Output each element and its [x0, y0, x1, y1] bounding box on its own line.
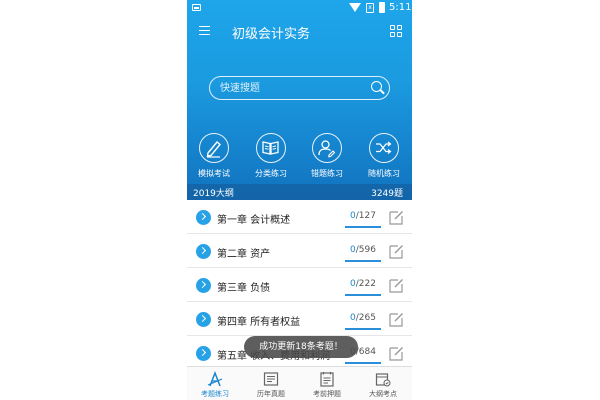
progress-count: 0/265 [345, 313, 381, 323]
syllabus-bar: 2019大纲 3249题 [187, 184, 412, 200]
list-item[interactable]: 第四章 所有者权益 0/265 [187, 302, 412, 336]
edit-icon[interactable] [388, 209, 404, 225]
sim-icon: x [366, 3, 374, 13]
user-edit-icon [318, 140, 336, 158]
chevron-right-icon [196, 346, 211, 361]
total-count: /265 [355, 313, 376, 323]
chevron-right-icon [196, 210, 211, 225]
module-label: 随机练习 [368, 169, 400, 178]
module-icon-circle [256, 133, 286, 163]
edit-icon[interactable] [388, 345, 404, 361]
bottom-tab-bar: 考题练习 历年真题 考前押题 大纲考点 [187, 366, 412, 400]
list-item[interactable]: 第一章 会计概述 0/127 [187, 200, 412, 234]
chapter-title: 第二章 资产 [217, 249, 271, 260]
syllabus-year: 2019大纲 [193, 189, 234, 199]
progress-count: 0/127 [345, 211, 381, 221]
chevron-right-icon [196, 312, 211, 327]
pencil-icon [206, 141, 221, 158]
search-box[interactable] [209, 76, 390, 100]
chevron-right-icon [196, 244, 211, 259]
module-label: 分类练习 [255, 169, 287, 178]
module-random-practice[interactable]: 随机练习 [359, 133, 409, 179]
pen-ruler-icon [207, 371, 223, 387]
list-item[interactable]: 第三章 负债 0/222 [187, 268, 412, 302]
edit-icon[interactable] [388, 243, 404, 259]
chapter-title: 第三章 负债 [217, 283, 271, 294]
tab-label: 历年真题 [257, 390, 285, 398]
list-document-icon [320, 372, 334, 387]
progress-underline [345, 362, 381, 364]
shuffle-icon [376, 141, 392, 154]
chapter-title: 第一章 会计概述 [217, 215, 291, 226]
total-count: /222 [355, 279, 376, 289]
module-category-practice[interactable]: 分类练习 [246, 133, 296, 179]
grid-icon[interactable] [390, 25, 402, 37]
chapter-title: 第四章 所有者权益 [217, 317, 301, 328]
tab-syllabus-points[interactable]: 大纲考点 [355, 367, 411, 400]
progress-underline [345, 328, 381, 330]
module-icon-circle [369, 133, 399, 163]
question-total: 3249题 [371, 189, 403, 199]
menu-icon[interactable] [199, 26, 210, 35]
wifi-icon [349, 3, 361, 12]
module-label: 错题练习 [311, 169, 343, 178]
app-bar: 初级会计实务 [187, 16, 412, 46]
progress-count: 0/596 [345, 245, 381, 255]
module-label: 模拟考试 [198, 169, 230, 178]
tab-question-practice[interactable]: 考题练习 [187, 367, 243, 400]
module-icon-circle [312, 133, 342, 163]
total-count: /684 [355, 347, 376, 357]
status-time: 5:11 [389, 2, 412, 13]
newspaper-icon [263, 372, 279, 386]
book-icon [262, 141, 279, 155]
edit-icon[interactable] [388, 277, 404, 293]
tab-label: 大纲考点 [369, 390, 397, 398]
page-title: 初级会计实务 [232, 27, 311, 42]
tab-label: 考题练习 [201, 390, 229, 398]
status-bar: x 5:11 [187, 0, 412, 16]
edit-icon[interactable] [388, 311, 404, 327]
total-count: /596 [355, 245, 376, 255]
progress-underline [345, 226, 381, 228]
list-item[interactable]: 第二章 资产 0/596 [187, 234, 412, 268]
tab-label: 考前押题 [313, 390, 341, 398]
battery-icon [379, 2, 385, 13]
tab-predicted-questions[interactable]: 考前押题 [299, 367, 355, 400]
progress-underline [345, 294, 381, 296]
image-notification-icon [192, 4, 201, 11]
progress-underline [345, 260, 381, 262]
total-count: /127 [355, 211, 376, 221]
module-mock-exam[interactable]: 模拟考试 [189, 133, 239, 179]
search-input[interactable] [220, 81, 360, 95]
calendar-check-icon [375, 373, 391, 387]
progress-count: 0/222 [345, 279, 381, 289]
toast-message: 成功更新18条考题！ [244, 336, 358, 358]
phone-screen: x 5:11 初级会计实务 模拟考试 [187, 0, 412, 400]
search-icon[interactable] [371, 81, 382, 92]
tab-past-exams[interactable]: 历年真题 [243, 367, 299, 400]
module-wrong-questions[interactable]: 错题练习 [302, 133, 352, 179]
header-banner: x 5:11 初级会计实务 模拟考试 [187, 0, 412, 200]
module-icon-circle [199, 133, 229, 163]
chevron-right-icon [196, 278, 211, 293]
